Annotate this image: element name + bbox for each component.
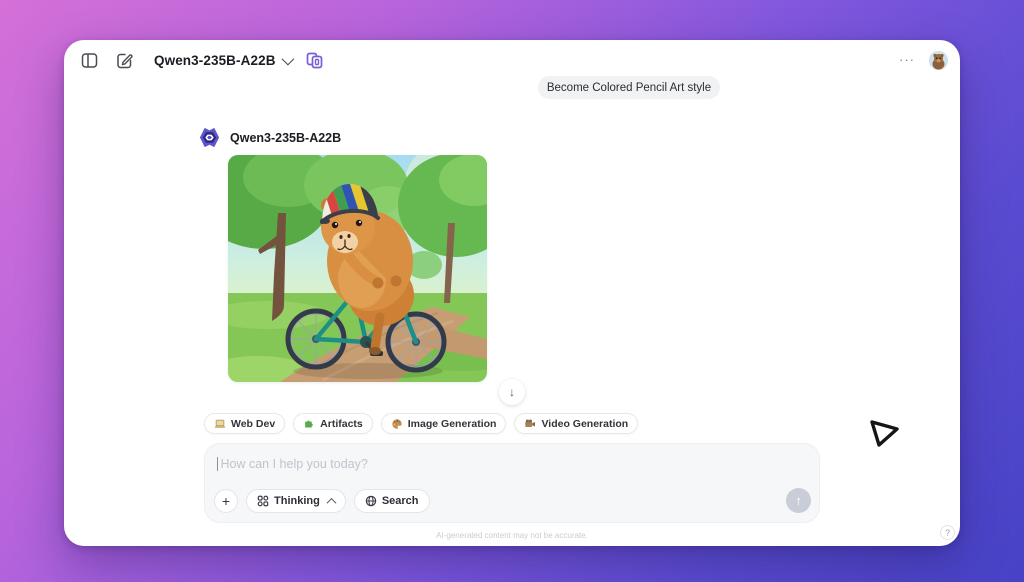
camera-icon — [524, 418, 536, 430]
qwen-chat-window: Qwen3-235B-A22B ··· — [64, 40, 960, 546]
avatar-capybara-icon — [929, 51, 948, 70]
send-button[interactable]: ↑ — [786, 488, 811, 513]
compose-icon — [116, 52, 133, 69]
attach-plus-button[interactable]: + — [214, 489, 238, 513]
chip-label: Video Generation — [541, 418, 628, 430]
chip-label: Image Generation — [408, 418, 497, 430]
chip-web-dev[interactable]: Web Dev — [204, 413, 285, 434]
laptop-icon — [214, 418, 226, 430]
chip-label: Artifacts — [320, 418, 363, 430]
suggestion-chips: Web Dev Artifacts Image Generation — [204, 413, 638, 434]
search-label: Search — [382, 495, 419, 507]
text-caret — [217, 457, 218, 471]
thinking-label: Thinking — [274, 495, 320, 507]
chip-video-generation[interactable]: Video Generation — [514, 413, 638, 434]
overlapping-cards-icon — [305, 51, 324, 70]
model-compare-button[interactable] — [304, 49, 326, 71]
prompt-input[interactable] — [220, 457, 807, 471]
puzzle-icon — [303, 418, 315, 430]
download-arrow-icon: ↓ — [509, 385, 515, 399]
desktop-background: Qwen3-235B-A22B ··· — [0, 0, 1024, 582]
composer-tools: + Thinking — [214, 489, 430, 513]
question-mark-icon: ? — [945, 528, 950, 538]
composer-panel[interactable]: + Thinking — [204, 443, 820, 523]
plus-icon: + — [222, 493, 230, 509]
send-arrow-icon: ↑ — [795, 493, 802, 508]
header-left-group: Qwen3-235B-A22B — [78, 49, 326, 71]
new-chat-button[interactable] — [113, 49, 135, 71]
thinking-grid-icon — [257, 495, 269, 507]
model-selector[interactable]: Qwen3-235B-A22B — [154, 53, 291, 68]
globe-icon — [365, 495, 377, 507]
chip-image-generation[interactable]: Image Generation — [381, 413, 507, 434]
disclaimer-text: AI-generated content may not be accurate… — [204, 531, 820, 540]
user-message-bubble: Become Colored Pencil Art style — [538, 76, 720, 99]
user-avatar[interactable] — [929, 51, 948, 70]
window-header: Qwen3-235B-A22B ··· — [78, 47, 948, 73]
download-image-button[interactable]: ↓ — [499, 379, 525, 405]
assistant-message-header: Qwen3-235B-A22B — [198, 126, 341, 149]
model-name: Qwen3-235B-A22B — [154, 53, 276, 68]
palette-icon — [391, 418, 403, 430]
prompt-row — [217, 455, 807, 473]
generated-image-capybara[interactable] — [228, 155, 487, 382]
sidebar-toggle-icon — [81, 52, 98, 69]
sidebar-toggle-button[interactable] — [78, 49, 100, 71]
thinking-toggle[interactable]: Thinking — [246, 489, 346, 513]
search-toggle[interactable]: Search — [354, 489, 430, 513]
help-button[interactable]: ? — [940, 525, 955, 540]
qwen-logo-icon — [198, 126, 221, 149]
assistant-name: Qwen3-235B-A22B — [230, 131, 341, 145]
chevron-up-icon — [326, 497, 336, 507]
chip-label: Web Dev — [231, 418, 275, 430]
chevron-down-icon — [281, 52, 294, 65]
capybara-bicycle-illustration — [228, 155, 487, 382]
more-options-button[interactable]: ··· — [899, 55, 915, 65]
chip-artifacts[interactable]: Artifacts — [293, 413, 373, 434]
